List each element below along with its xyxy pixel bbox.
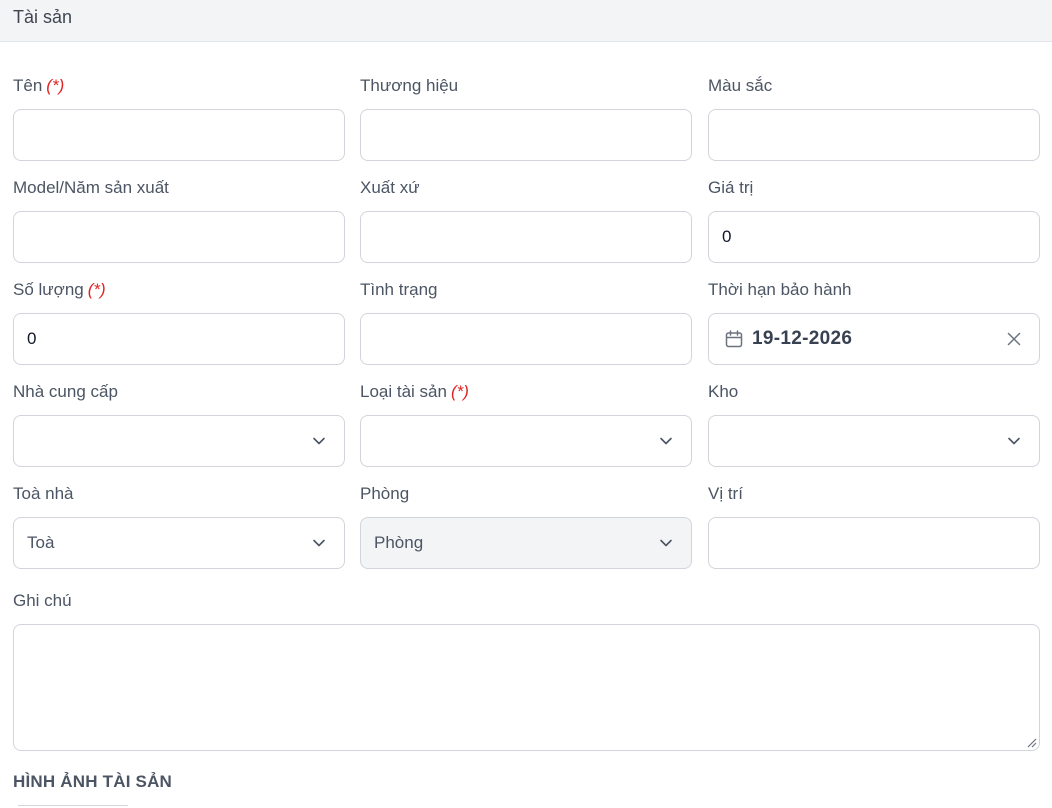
note-textarea[interactable]: [13, 624, 1040, 751]
brand-label: Thương hiệu: [360, 76, 459, 95]
value-input[interactable]: 0: [708, 211, 1040, 263]
chevron-down-icon: [660, 437, 672, 445]
building-select[interactable]: Toà: [13, 517, 345, 569]
warranty-date-picker[interactable]: 19-12-2026: [708, 313, 1040, 365]
note-label: Ghi chú: [13, 591, 72, 610]
page-title: Tài sản: [13, 7, 73, 27]
asset-type-select[interactable]: [360, 415, 692, 467]
chevron-down-icon: [1008, 437, 1020, 445]
required-mark: (*): [46, 76, 65, 95]
calendar-icon: [725, 330, 743, 348]
room-select[interactable]: Phòng: [360, 517, 692, 569]
condition-input[interactable]: [360, 313, 692, 365]
quantity-input[interactable]: 0: [13, 313, 345, 365]
required-mark: (*): [87, 280, 106, 299]
model-year-input[interactable]: [13, 211, 345, 263]
origin-label: Xuất xứ: [360, 178, 420, 197]
asset-type-label: Loại tài sản (*): [360, 382, 469, 401]
supplier-select[interactable]: [13, 415, 345, 467]
color-input[interactable]: [708, 109, 1040, 161]
chevron-down-icon: [313, 437, 325, 445]
location-label: Vị trí: [708, 484, 743, 503]
quantity-label: Số lượng (*): [13, 280, 106, 299]
required-mark: (*): [450, 382, 469, 401]
page-header: Tài sản: [0, 0, 1052, 42]
supplier-label: Nhà cung cấp: [13, 382, 118, 401]
images-section-title: HÌNH ẢNH TÀI SẢN: [13, 772, 173, 791]
warranty-label: Thời hạn bảo hành: [708, 280, 852, 299]
warranty-date-value: 19-12-2026: [752, 328, 853, 349]
chevron-down-icon: [660, 539, 672, 547]
warehouse-select[interactable]: [708, 415, 1040, 467]
name-label: Tên (*): [13, 76, 65, 95]
model-year-label: Model/Năm sản xuất: [13, 178, 169, 197]
condition-label: Tình trạng: [360, 280, 438, 299]
room-label: Phòng: [360, 484, 410, 503]
name-input[interactable]: [13, 109, 345, 161]
building-label: Toà nhà: [13, 484, 74, 503]
resize-grip-icon[interactable]: [1027, 738, 1037, 748]
location-input[interactable]: [708, 517, 1040, 569]
value-label: Giá trị: [708, 178, 754, 197]
origin-input[interactable]: [360, 211, 692, 263]
warehouse-label: Kho: [708, 382, 739, 401]
chevron-down-icon: [313, 539, 325, 547]
color-label: Màu sắc: [708, 76, 773, 95]
close-icon[interactable]: [1007, 332, 1021, 346]
brand-input[interactable]: [360, 109, 692, 161]
